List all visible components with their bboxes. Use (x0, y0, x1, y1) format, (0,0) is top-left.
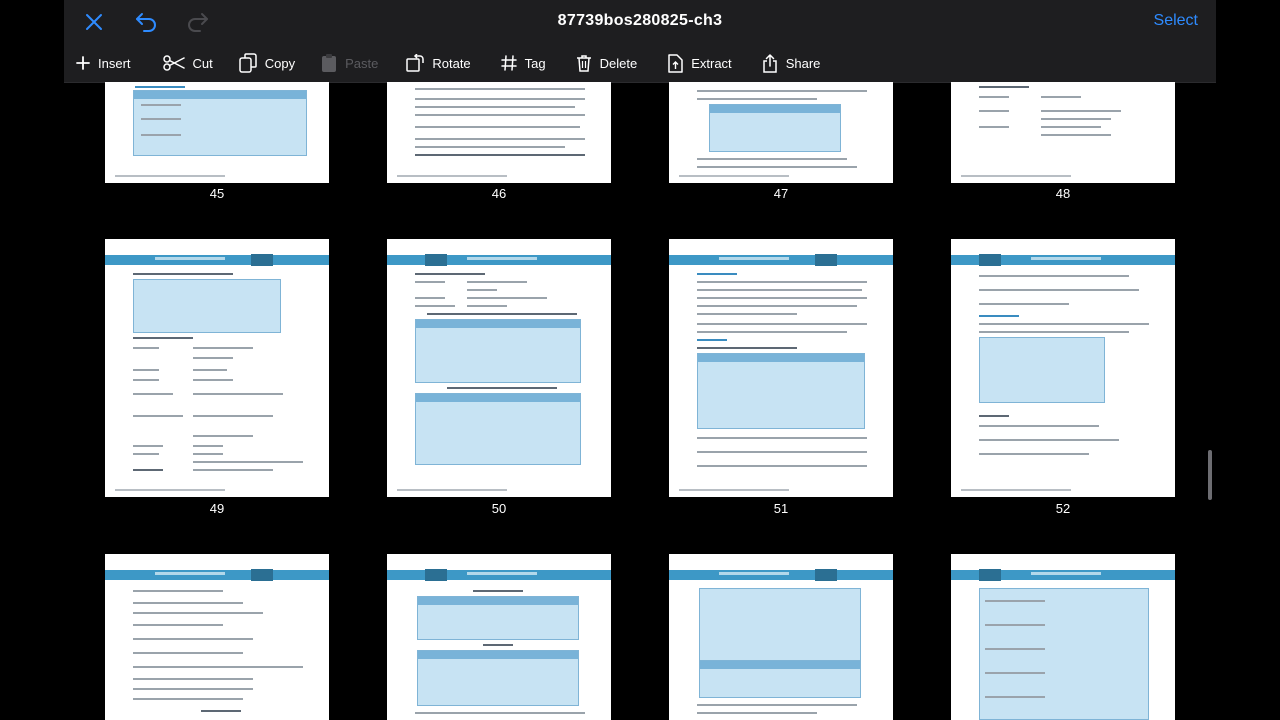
page-preview (387, 82, 611, 183)
hashtag-icon (500, 55, 517, 71)
tag-label: Tag (524, 55, 546, 71)
page-number: 46 (491, 186, 507, 201)
copy-label: Copy (264, 55, 296, 71)
document-title: 87739bos280825-ch3 (557, 12, 723, 29)
paste-label: Paste (345, 55, 379, 71)
page-preview (669, 82, 893, 183)
page-thumbnail-grid: 45 46 47 48 49 50 51 52 (64, 82, 1216, 720)
copy-icon (239, 53, 257, 73)
scissors-icon (162, 55, 185, 71)
extract-icon (668, 53, 683, 73)
extract-label: Extract (691, 55, 732, 71)
select-button[interactable]: Select (1154, 12, 1198, 30)
page-number: 49 (209, 501, 225, 516)
navigation-bar: 87739bos280825-ch3 Select (64, 0, 1216, 44)
page-preview (951, 554, 1175, 720)
copy-button[interactable]: Copy (239, 44, 295, 82)
page-preview (105, 82, 329, 183)
share-label: Share (785, 55, 821, 71)
plus-icon (76, 56, 90, 70)
rotate-icon (406, 54, 425, 72)
page-preview (105, 554, 329, 720)
page-number: 45 (209, 186, 225, 201)
rotate-label: Rotate (432, 55, 471, 71)
page-number: 51 (773, 501, 789, 516)
page-preview (387, 239, 611, 497)
share-button[interactable]: Share (762, 44, 821, 82)
page-number: 52 (1055, 501, 1071, 516)
pdf-page-organizer: 87739bos280825-ch3 Select Insert Cut Cop… (64, 0, 1216, 720)
trash-icon (576, 55, 591, 72)
insert-button[interactable]: Insert (76, 44, 131, 82)
delete-label: Delete (599, 55, 638, 71)
rotate-button[interactable]: Rotate (406, 44, 471, 82)
page-preview (951, 82, 1175, 183)
tag-button[interactable]: Tag (500, 44, 546, 82)
page-preview (669, 239, 893, 497)
page-number: 48 (1055, 186, 1071, 201)
clipboard-icon (322, 54, 337, 72)
vertical-scrollbar[interactable] (1208, 450, 1212, 500)
page-preview (105, 239, 329, 497)
cut-label: Cut (192, 55, 213, 71)
insert-label: Insert (98, 55, 131, 71)
page-preview (669, 554, 893, 720)
page-toolbar: Insert Cut Copy Paste Rotate Tag Delete (64, 44, 1216, 83)
paste-button[interactable]: Paste (321, 44, 378, 82)
page-number: 47 (773, 186, 789, 201)
cut-button[interactable]: Cut (162, 44, 213, 82)
extract-button[interactable]: Extract (667, 44, 732, 82)
page-preview (387, 554, 611, 720)
page-preview (951, 239, 1175, 497)
delete-button[interactable]: Delete (576, 44, 638, 82)
page-number: 50 (491, 501, 507, 516)
share-icon (762, 53, 777, 73)
